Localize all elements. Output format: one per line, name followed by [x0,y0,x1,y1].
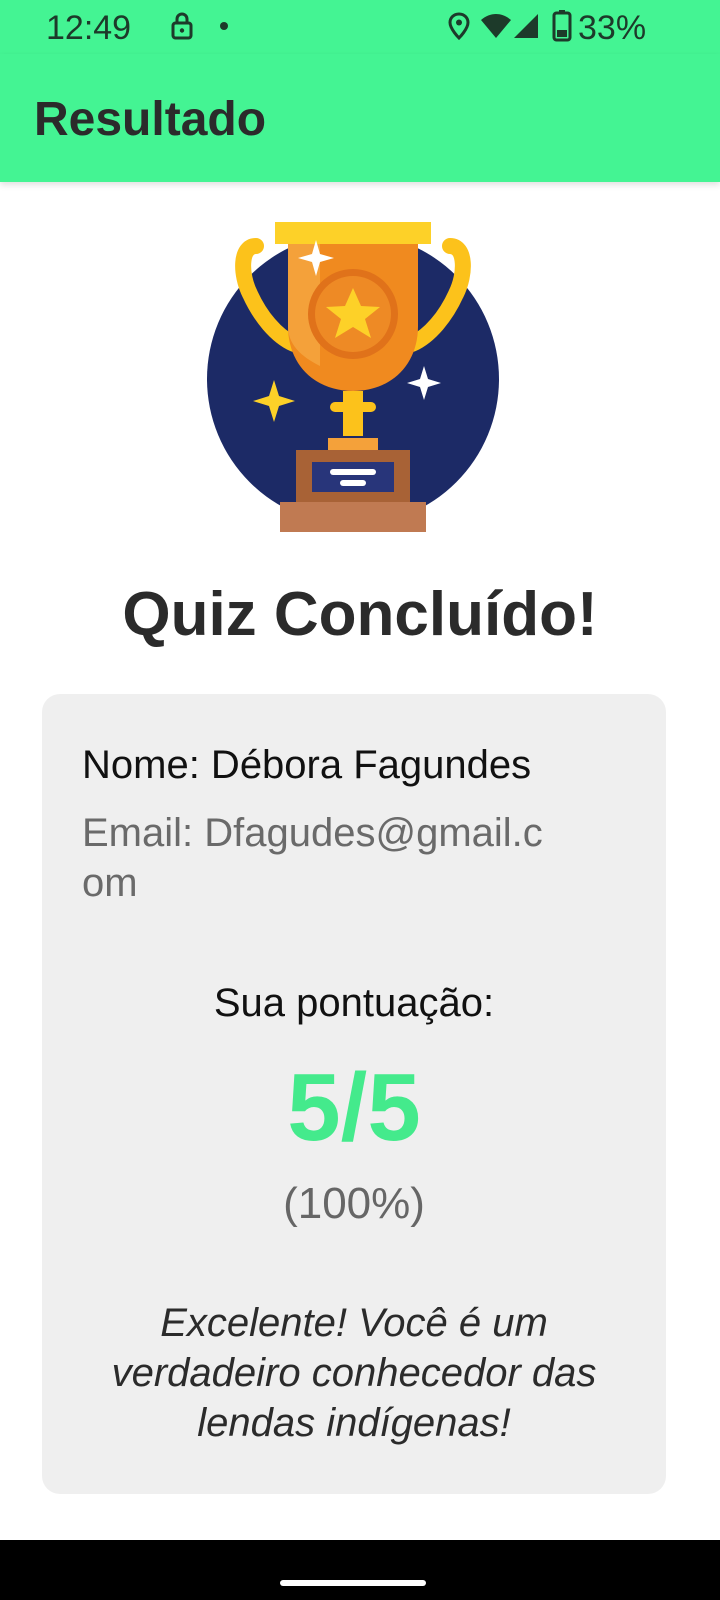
battery-icon [552,10,572,42]
navigation-bar [0,1540,720,1600]
score-percent: (100%) [283,1179,425,1228]
user-email: Email: Dfagudes@gmail.com [82,811,543,905]
quiz-complete-heading: Quiz Concluído! [122,580,598,649]
score-value: 5/5 [287,1054,421,1161]
app-bar: Resultado [0,54,720,182]
wifi-icon [481,14,511,38]
location-icon [448,12,470,40]
result-message: Excelente! Você é um verdadeiro conheced… [111,1301,597,1445]
signal-icon [514,14,538,38]
status-bar: 12:49 33% [0,0,720,54]
trophy-icon [207,222,499,532]
lock-icon [171,12,193,40]
result-card: Nome: Débora Fagundes Email: Dfagudes@gm… [42,694,666,1494]
score-label: Sua pontuação: [213,981,495,1025]
page-title: Resultado [34,93,267,146]
status-time: 12:49 [46,9,132,47]
user-name: Nome: Débora Fagundes [82,743,532,787]
battery-percentage: 33% [578,9,647,47]
home-gesture-handle[interactable] [280,1580,426,1586]
notification-dot-icon [220,22,228,30]
